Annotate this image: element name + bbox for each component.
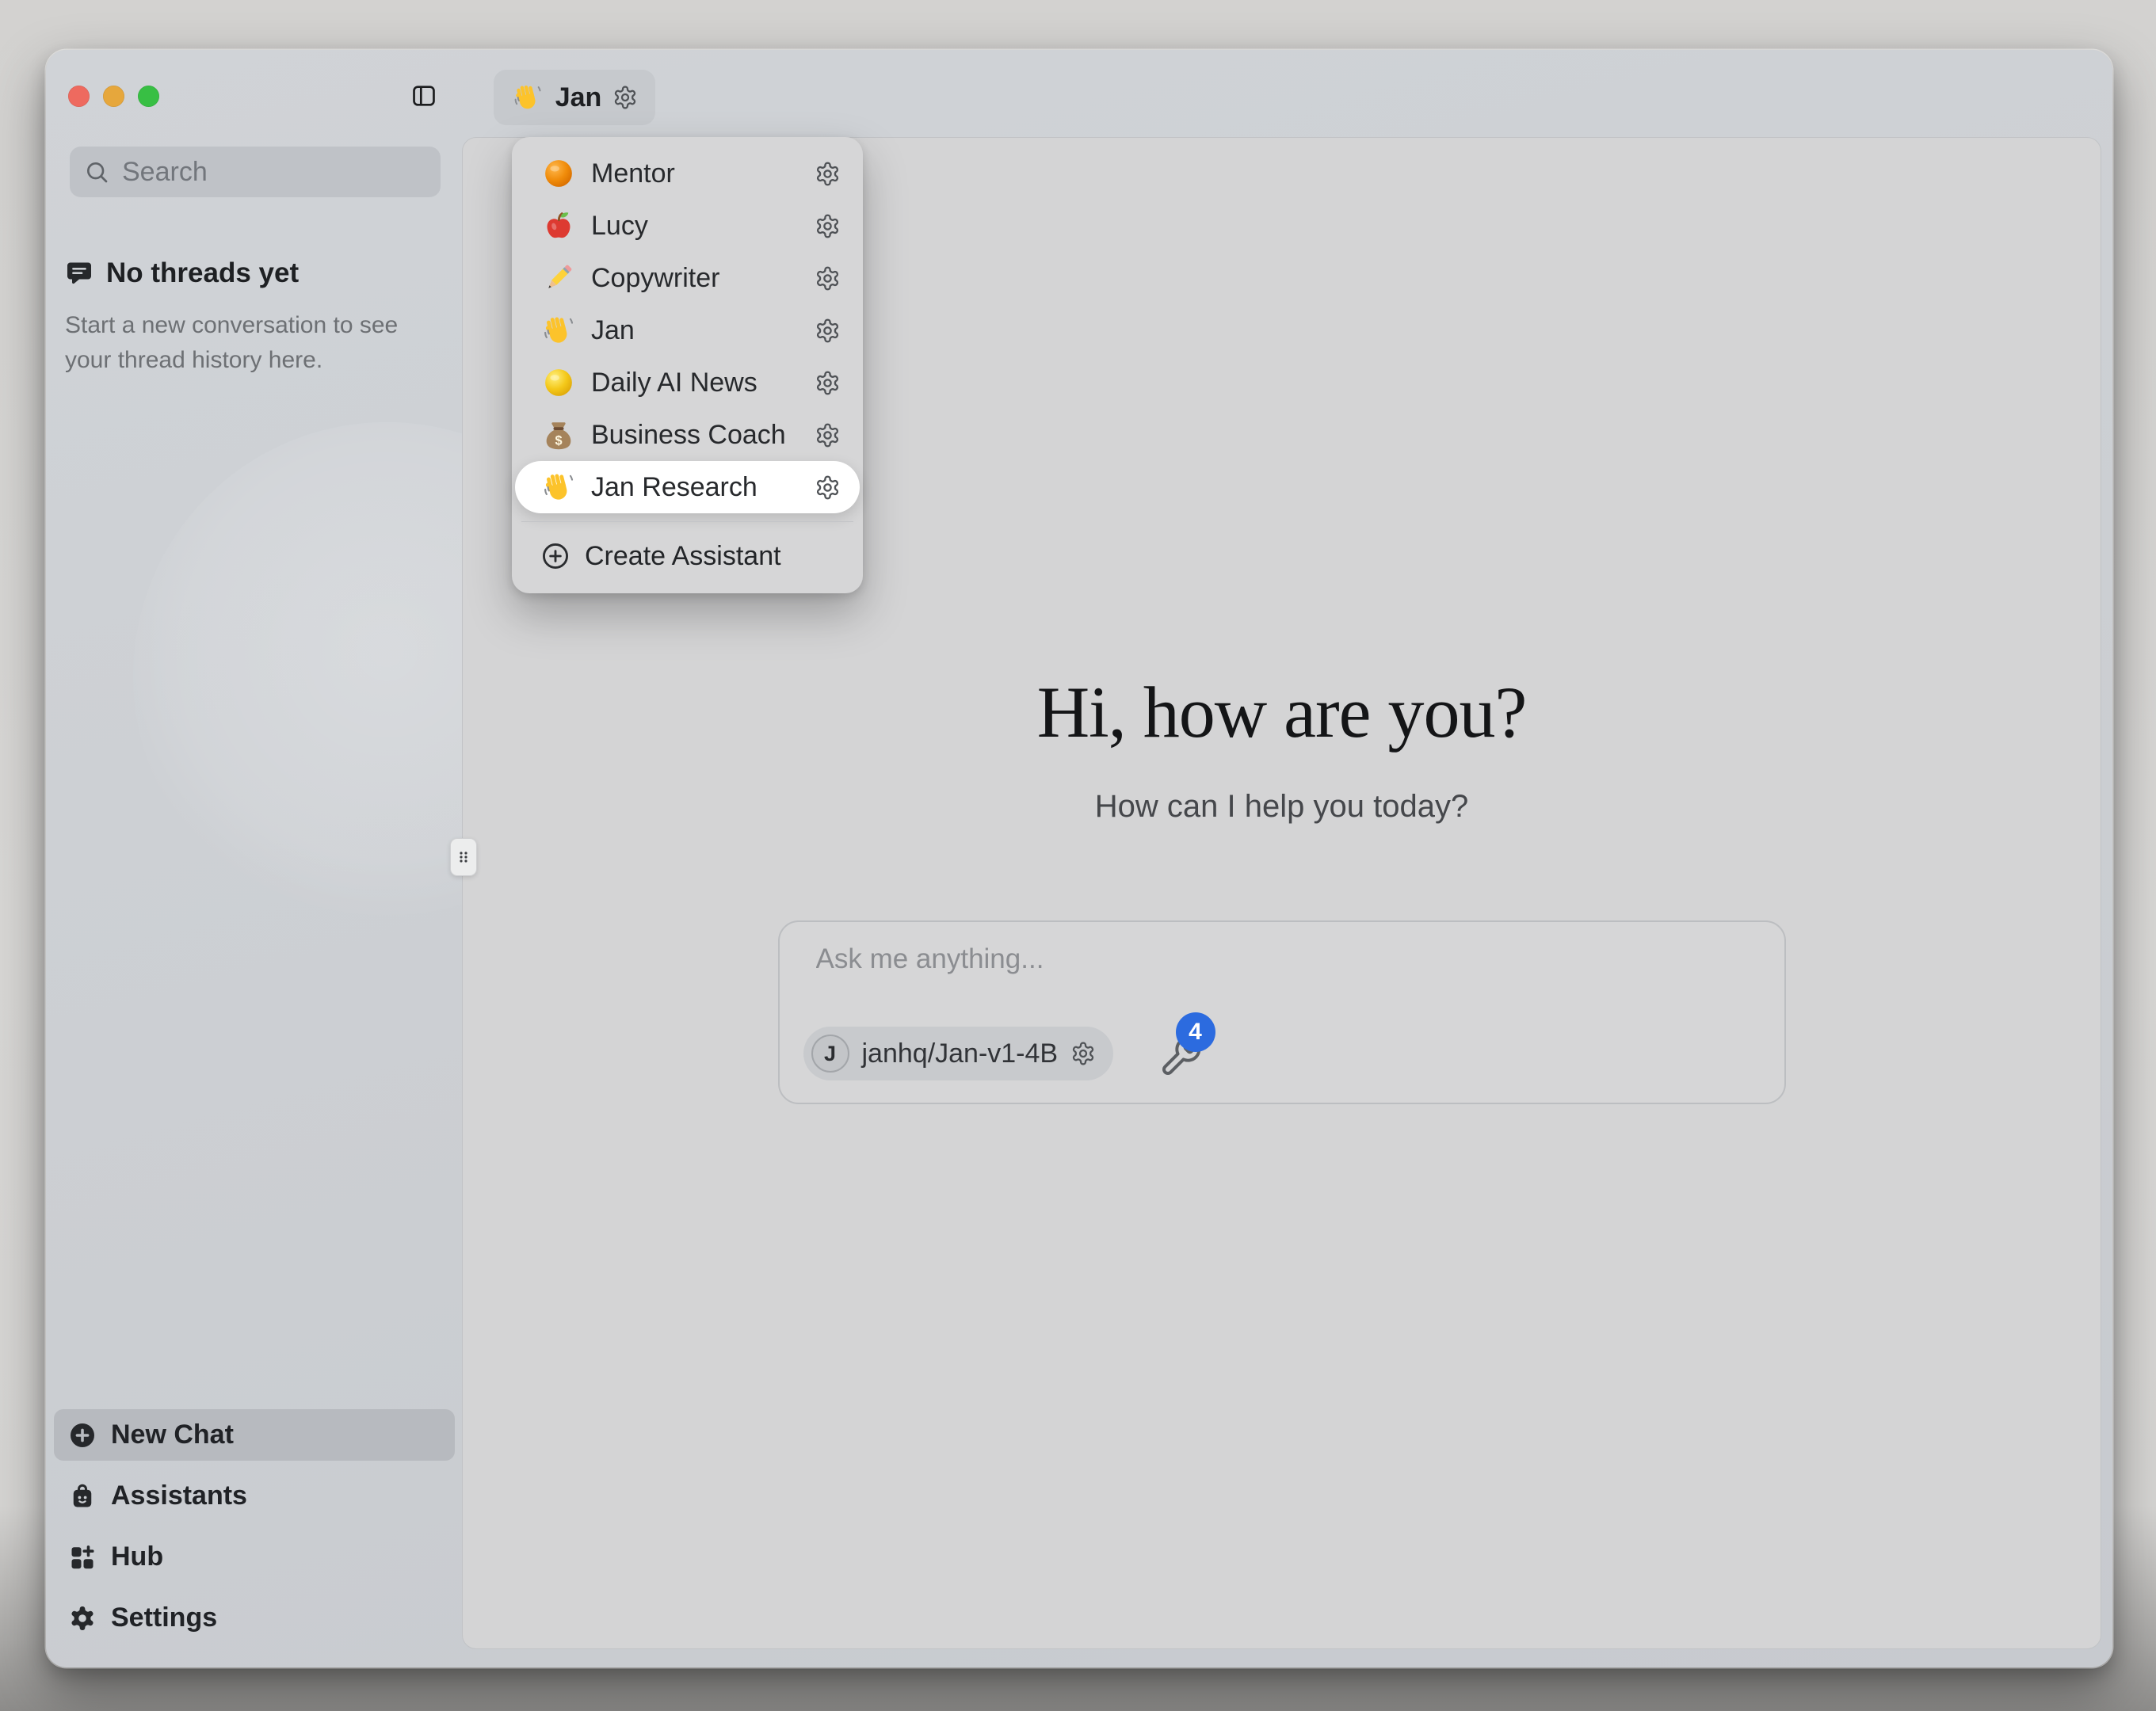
assistant-menu-item-label: Jan Research: [591, 472, 815, 503]
plus-circle-icon: [540, 541, 570, 571]
threads-empty-state: No threads yet Start a new conversation …: [65, 257, 445, 378]
nav-item-label: New Chat: [111, 1419, 234, 1450]
assistant-item-gear-icon[interactable]: [815, 474, 841, 501]
orange-circle-icon: [540, 155, 577, 192]
svg-text:$: $: [555, 433, 562, 448]
assistant-item-gear-icon[interactable]: [815, 422, 841, 448]
sidebar-item-settings[interactable]: Settings: [54, 1592, 455, 1644]
model-name-label: janhq/Jan-v1-4B: [862, 1038, 1059, 1069]
model-avatar: J: [811, 1035, 849, 1073]
sidebar-toggle-icon[interactable]: [410, 82, 437, 110]
sidebar-item-hub[interactable]: Hub: [54, 1531, 455, 1583]
plus-circle-filled-icon: [68, 1421, 97, 1450]
nav-item-label: Assistants: [111, 1480, 247, 1511]
drag-dots-icon: [454, 844, 473, 870]
assistant-menu-item-daily-ai-news[interactable]: Daily AI News: [515, 356, 860, 409]
chat-bubble-icon: [65, 259, 93, 288]
window-controls: [68, 86, 159, 107]
assistant-menu-item-jan-research[interactable]: Jan Research: [515, 461, 860, 513]
settings-filled-icon: [68, 1604, 97, 1633]
nav-item-label: Settings: [111, 1602, 217, 1633]
assistant-menu-list: Mentor Lucy Copywriter Jan Daily AI News…: [515, 147, 860, 513]
model-selector-chip[interactable]: J janhq/Jan-v1-4B: [803, 1027, 1114, 1080]
create-assistant-label: Create Assistant: [585, 541, 781, 572]
zoom-button[interactable]: [138, 86, 159, 107]
assistant-menu: Mentor Lucy Copywriter Jan Daily AI News…: [512, 137, 863, 593]
chat-input[interactable]: [815, 943, 1689, 976]
assistant-item-gear-icon[interactable]: [815, 161, 841, 187]
assistant-item-gear-icon[interactable]: [815, 370, 841, 396]
model-settings-gear-icon[interactable]: [1070, 1041, 1096, 1066]
assistant-menu-item-jan[interactable]: Jan: [515, 304, 860, 356]
minimize-button[interactable]: [103, 86, 124, 107]
assistant-menu-item-label: Mentor: [591, 158, 815, 189]
app-window: Jan No threads yet Start a new conversat…: [46, 50, 2112, 1667]
create-assistant-button[interactable]: Create Assistant: [515, 530, 860, 582]
assistant-menu-item-copywriter[interactable]: Copywriter: [515, 252, 860, 304]
menu-divider: [521, 521, 853, 522]
assistant-item-gear-icon[interactable]: [815, 213, 841, 239]
assistant-menu-item-mentor[interactable]: Mentor: [515, 147, 860, 200]
assistant-menu-item-label: Daily AI News: [591, 368, 815, 398]
yellow-circle-icon: [540, 364, 577, 401]
assistant-gear-icon[interactable]: [612, 85, 638, 110]
assistant-selector-button[interactable]: Jan: [494, 70, 655, 125]
search-icon: [84, 159, 109, 185]
greeting-subtitle: How can I help you today?: [463, 789, 2101, 825]
empty-state-description: Start a new conversation to see your thr…: [65, 308, 437, 378]
empty-state-title: No threads yet: [106, 257, 299, 289]
chat-composer[interactable]: J janhq/Jan-v1-4B 4: [778, 920, 1786, 1104]
close-button[interactable]: [68, 86, 90, 107]
assistant-menu-item-business-coach[interactable]: $ Business Coach: [515, 409, 860, 461]
wave-hand-icon: [540, 469, 577, 505]
assistant-menu-item-label: Copywriter: [591, 263, 815, 294]
pencil-icon: [540, 260, 577, 296]
wave-hand-icon: [511, 81, 544, 114]
search-box[interactable]: [70, 147, 441, 197]
assistant-item-gear-icon[interactable]: [815, 318, 841, 344]
apple-icon: [540, 208, 577, 244]
sidebar-item-new-chat[interactable]: New Chat: [54, 1409, 455, 1461]
wave-hand-icon: [540, 312, 577, 349]
assistant-selector-label: Jan: [555, 82, 602, 113]
greeting-title: Hi, how are you?: [463, 670, 2101, 754]
assistant-item-gear-icon[interactable]: [815, 265, 841, 292]
sidebar-resize-handle[interactable]: [450, 838, 477, 876]
hub-icon: [68, 1543, 97, 1572]
assistants-icon: [68, 1482, 97, 1511]
assistant-menu-item-lucy[interactable]: Lucy: [515, 200, 860, 252]
tools-count-badge: 4: [1176, 1012, 1215, 1052]
money-bag-icon: $: [540, 417, 577, 453]
assistant-menu-item-label: Jan: [591, 315, 815, 346]
assistant-menu-item-label: Lucy: [591, 211, 815, 242]
sidebar-item-assistants[interactable]: Assistants: [54, 1470, 455, 1522]
assistant-menu-item-label: Business Coach: [591, 420, 815, 451]
sidebar-nav: New Chat Assistants Hub Settings: [54, 1409, 455, 1644]
nav-item-label: Hub: [111, 1541, 163, 1572]
search-input[interactable]: [120, 156, 425, 189]
